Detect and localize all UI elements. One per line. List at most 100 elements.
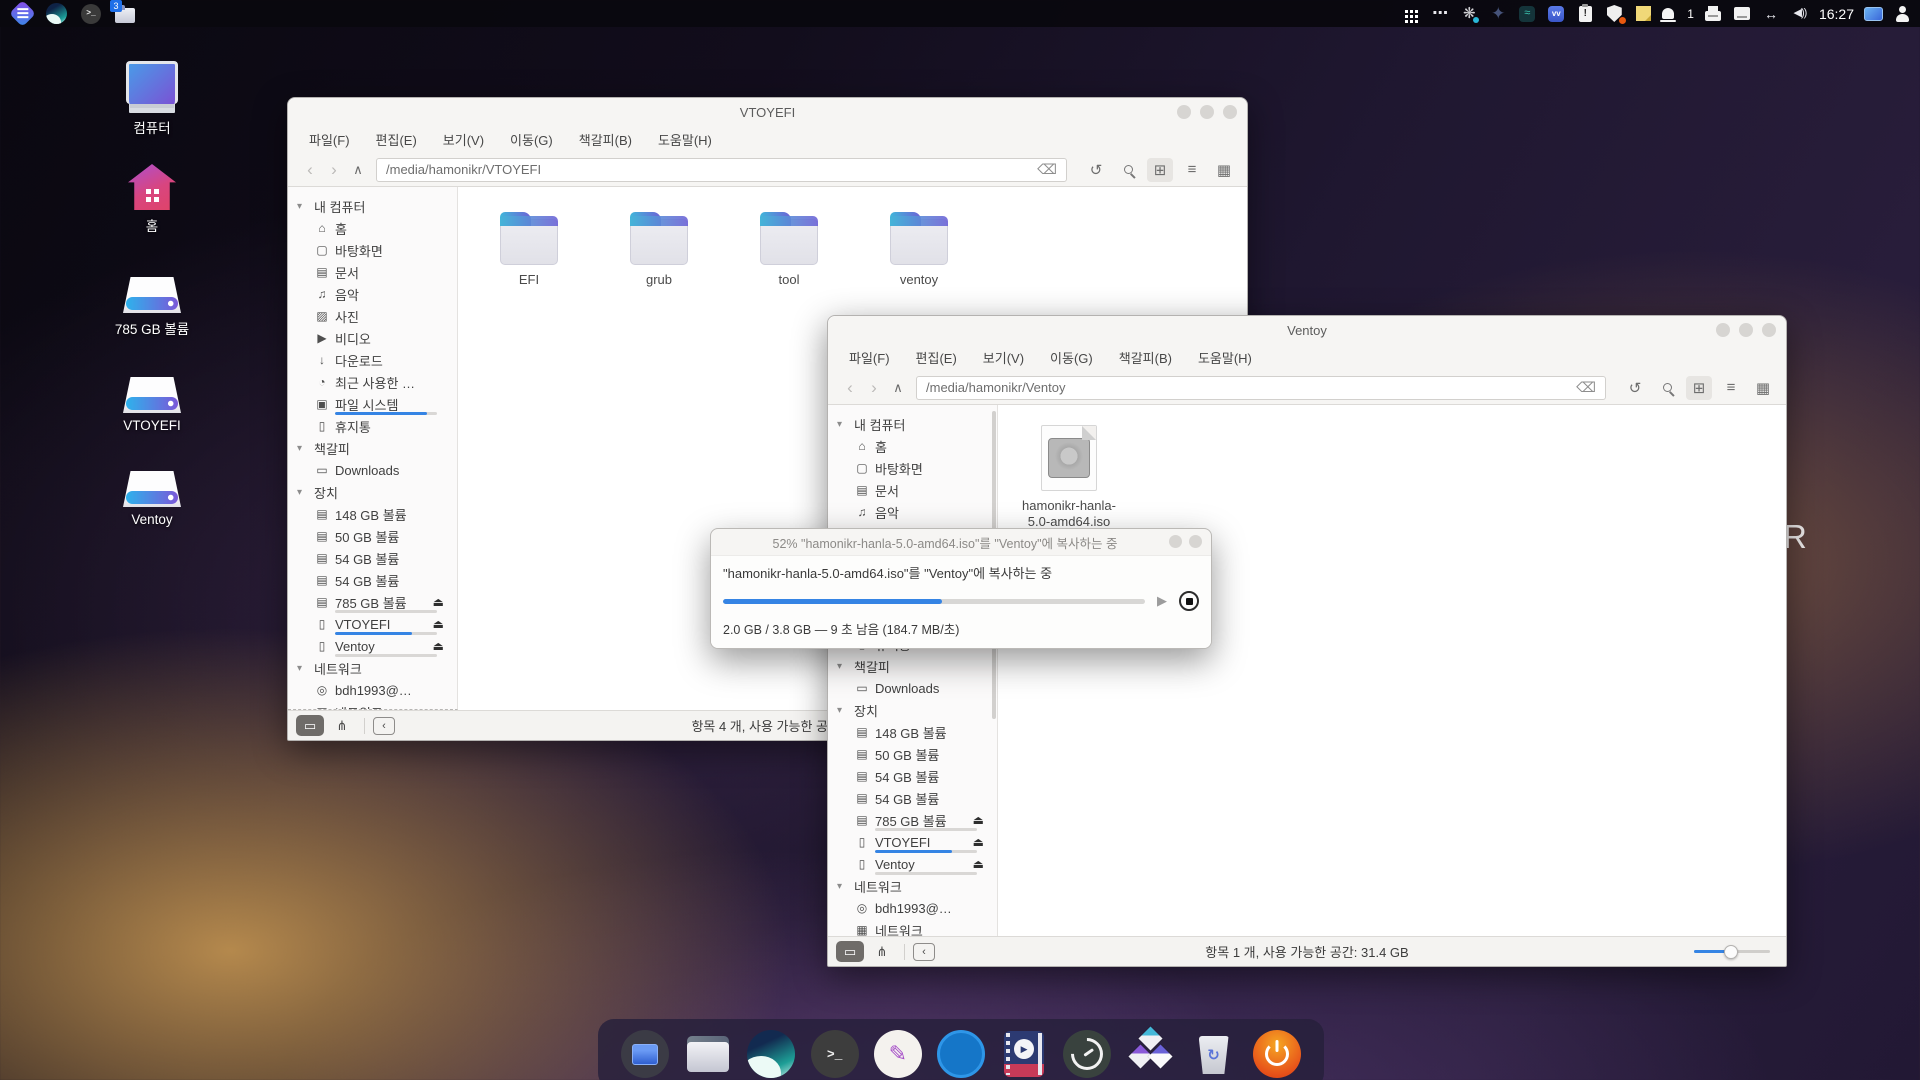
- sidebar-item-downloads[interactable]: ↓ 다운로드: [288, 349, 457, 371]
- up-button[interactable]: ∧: [346, 163, 370, 176]
- display-settings-icon[interactable]: [1863, 2, 1883, 26]
- file-item-hamonikr-iso[interactable]: hamonikr-hanla-5.0-amd64.iso: [1004, 425, 1134, 531]
- sidebar-section-bookmarks[interactable]: ▾ 책갈피: [828, 655, 997, 677]
- zoom-slider[interactable]: [1694, 945, 1770, 959]
- file-item-tool[interactable]: tool: [724, 207, 854, 288]
- more-apps-icon[interactable]: ⋯: [1430, 2, 1450, 26]
- collapse-triangle-icon[interactable]: ▾: [837, 705, 842, 716]
- collapse-triangle-icon[interactable]: ▾: [837, 661, 842, 672]
- forward-button[interactable]: ›: [862, 379, 886, 396]
- list-view-button[interactable]: ≡: [1179, 158, 1205, 182]
- system-monitor-icon[interactable]: [1061, 1026, 1113, 1080]
- sidebar-item-bdh1993[interactable]: ◎ bdh1993@…: [288, 679, 457, 701]
- sidebar-item-filesystem[interactable]: ▣ 파일 시스템: [288, 393, 457, 415]
- file-item-efi[interactable]: EFI: [464, 207, 594, 288]
- collapse-triangle-icon[interactable]: ▾: [297, 201, 302, 212]
- treeview-toggle-button[interactable]: ⋔: [328, 715, 356, 736]
- desktop-icon-785gb-volume[interactable]: 785 GB 볼륨: [90, 263, 214, 338]
- collapse-triangle-icon[interactable]: ▾: [297, 663, 302, 674]
- sidebar-section-my-computer[interactable]: ▾ 내 컴퓨터: [828, 413, 997, 435]
- zoom-slider-handle[interactable]: [1724, 945, 1738, 959]
- minimize-button[interactable]: [1716, 323, 1730, 337]
- maximize-button[interactable]: [1200, 105, 1214, 119]
- sidebar-item-home[interactable]: ⌂ 홈: [828, 435, 997, 457]
- printer-icon[interactable]: [1703, 2, 1723, 26]
- compact-view-button[interactable]: ▦: [1211, 158, 1237, 182]
- sidebar-item-documents[interactable]: ▤ 문서: [288, 261, 457, 283]
- menu-item[interactable]: 보기(V): [970, 348, 1037, 367]
- volume-icon[interactable]: ◀)): [1790, 2, 1810, 26]
- eject-icon[interactable]: ⏏: [973, 857, 984, 871]
- color-wheel-icon[interactable]: ❋: [1459, 2, 1479, 26]
- compact-view-button[interactable]: ▦: [1750, 376, 1776, 400]
- menu-item[interactable]: 이동(G): [1037, 348, 1106, 367]
- sidebar-item-vtoyefi[interactable]: ▯ VTOYEFI ⏏: [828, 831, 997, 853]
- terminal-icon[interactable]: >_: [81, 2, 101, 26]
- reload-icon[interactable]: ↺: [1083, 158, 1109, 182]
- up-button[interactable]: ∧: [886, 381, 910, 394]
- menu-item[interactable]: 도움말(H): [1185, 348, 1265, 367]
- network-icon[interactable]: ↔: [1761, 2, 1781, 26]
- sidebar-item-desktop[interactable]: ▢ 바탕화면: [288, 239, 457, 261]
- file-item-ventoy[interactable]: ventoy: [854, 207, 984, 288]
- clock[interactable]: 16:27: [1819, 2, 1854, 26]
- hide-sidebar-button[interactable]: ‹: [373, 717, 395, 735]
- maximize-button[interactable]: [1739, 323, 1753, 337]
- titlebar[interactable]: VTOYEFI: [288, 98, 1247, 126]
- sidebar-item-148gb-volume[interactable]: ▤ 148 GB 볼륨: [288, 503, 457, 525]
- file-item-grub[interactable]: grub: [594, 207, 724, 288]
- sidebar-item-network[interactable]: ▦ 네트워크: [288, 701, 457, 710]
- menu-item[interactable]: 파일(F): [836, 348, 903, 367]
- dialog-titlebar[interactable]: 52% "hamonikr-hanla-5.0-amd64.iso"를 "Ven…: [711, 529, 1211, 555]
- removable-drive-icon[interactable]: [1732, 2, 1752, 26]
- desktop-icon-ventoy[interactable]: Ventoy: [90, 457, 214, 527]
- notification-bell-icon[interactable]: 1: [1662, 2, 1694, 26]
- wave-app-icon[interactable]: ≈: [1517, 2, 1537, 26]
- sidebar-section-devices[interactable]: ▾ 장치: [288, 481, 457, 503]
- close-button[interactable]: [1762, 323, 1776, 337]
- sticky-note-icon[interactable]: [1633, 2, 1653, 26]
- whale-browser-icon[interactable]: [46, 2, 67, 26]
- desktop-icon-vtoyefi[interactable]: VTOYEFI: [90, 363, 214, 433]
- eject-icon[interactable]: ⏏: [433, 617, 444, 631]
- sidebar-item-bdh1993[interactable]: ◎ bdh1993@…: [828, 897, 997, 919]
- desktop-icon-home[interactable]: 홈: [90, 160, 214, 235]
- forward-button[interactable]: ›: [322, 161, 346, 178]
- path-input[interactable]: /media/hamonikr/VTOYEFI ⌫: [376, 158, 1067, 182]
- desktop-icon-computer[interactable]: 컴퓨터: [90, 62, 214, 137]
- menu-item[interactable]: 파일(F): [296, 130, 363, 149]
- sidebar-item-documents[interactable]: ▤ 문서: [828, 479, 997, 501]
- eject-icon[interactable]: ⏏: [973, 835, 984, 849]
- sidebar-section-bookmarks[interactable]: ▾ 책갈피: [288, 437, 457, 459]
- pause-resume-icon[interactable]: ▶: [1157, 593, 1167, 609]
- sidebar-item-54gb-volume-2[interactable]: ▤ 54 GB 볼륨: [828, 787, 997, 809]
- clear-icon[interactable]: ⌫: [1037, 161, 1057, 178]
- hide-sidebar-button[interactable]: ‹: [913, 943, 935, 961]
- path-input[interactable]: /media/hamonikr/Ventoy ⌫: [916, 376, 1606, 400]
- app-grid-icon[interactable]: [1401, 2, 1421, 26]
- titlebar[interactable]: Ventoy: [828, 316, 1786, 344]
- whale-browser-icon[interactable]: [745, 1026, 797, 1080]
- clipboard-icon[interactable]: !: [1575, 2, 1595, 26]
- grid-view-button[interactable]: ⊞: [1686, 376, 1712, 400]
- sidebar-item-downloads-bookmark[interactable]: ▭ Downloads: [828, 677, 997, 699]
- collapse-triangle-icon[interactable]: ▾: [837, 881, 842, 892]
- sidebar-item-ventoy[interactable]: ▯ Ventoy ⏏: [288, 635, 457, 657]
- menu-item[interactable]: 이동(G): [497, 130, 566, 149]
- collapse-triangle-icon[interactable]: ▾: [837, 419, 842, 430]
- vscode-icon[interactable]: [935, 1026, 987, 1080]
- sidebar-section-network[interactable]: ▾ 네트워크: [288, 657, 457, 679]
- sync-app-icon[interactable]: vv: [1546, 2, 1566, 26]
- sidebar-item-music[interactable]: ♫ 음악: [288, 283, 457, 305]
- eject-icon[interactable]: ⏏: [973, 813, 984, 827]
- sidebar-item-ventoy[interactable]: ▯ Ventoy ⏏: [828, 853, 997, 875]
- app-launcher-icon[interactable]: [619, 1026, 671, 1080]
- back-button[interactable]: ‹: [838, 379, 862, 396]
- sidebar-item-785gb-volume[interactable]: ▤ 785 GB 볼륨 ⏏: [288, 591, 457, 613]
- sidebar-section-my-computer[interactable]: ▾ 내 컴퓨터: [288, 195, 457, 217]
- sidebar-item-pictures[interactable]: ▨ 사진: [288, 305, 457, 327]
- sidebar-item-home[interactable]: ⌂ 홈: [288, 217, 457, 239]
- file-manager-icon[interactable]: 3: [115, 2, 135, 26]
- search-icon[interactable]: [1115, 158, 1141, 182]
- sidebar-item-videos[interactable]: ▶ 비디오: [288, 327, 457, 349]
